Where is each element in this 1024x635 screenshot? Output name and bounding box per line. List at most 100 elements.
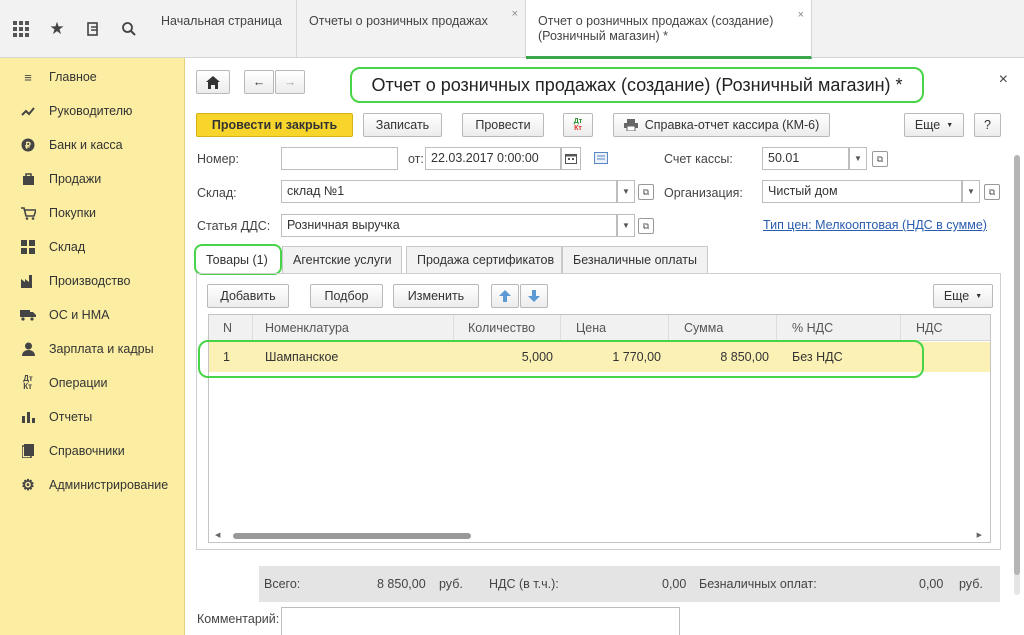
tab-certificates[interactable]: Продажа сертификатов: [406, 246, 562, 273]
sidebar-item-warehouse[interactable]: Склад: [0, 230, 184, 264]
cash-account-label: Счет кассы:: [664, 152, 733, 166]
sidebar-item-purchases[interactable]: Покупки: [0, 196, 184, 230]
open-icon[interactable]: ⧉: [638, 218, 654, 234]
sidebar-item-sales[interactable]: Продажи: [0, 162, 184, 196]
dds-field[interactable]: Розничная выручка: [281, 214, 617, 237]
edit-button[interactable]: Изменить: [393, 284, 479, 308]
table-more-button[interactable]: Еще ▼: [933, 284, 993, 308]
tab-agent-services[interactable]: Агентские услуги: [282, 246, 402, 273]
org-field[interactable]: Чистый дом: [762, 180, 962, 203]
post-and-close-button[interactable]: Провести и закрыть: [196, 113, 353, 137]
col-qty[interactable]: Количество: [454, 315, 561, 341]
open-icon[interactable]: ⧉: [872, 151, 888, 167]
calendar-button[interactable]: [561, 147, 581, 170]
tab-close-icon[interactable]: ×: [512, 8, 518, 20]
home-icon: [206, 75, 220, 89]
warehouse-field[interactable]: склад №1: [281, 180, 617, 203]
document-icon[interactable]: [594, 152, 608, 167]
col-vat-rate[interactable]: % НДС: [777, 315, 901, 341]
more-button[interactable]: Еще ▼: [904, 113, 964, 137]
dds-dropdown[interactable]: ▼: [617, 214, 635, 237]
sidebar-item-admin[interactable]: ⚙ Администрирование: [0, 468, 184, 502]
help-button[interactable]: ?: [974, 113, 1001, 137]
sidebar-item-label: Справочники: [49, 444, 125, 458]
add-button[interactable]: Добавить: [207, 284, 289, 308]
chevron-down-icon: ▼: [967, 187, 975, 196]
sidebar-item-label: Зарплата и кадры: [49, 342, 154, 356]
sidebar-item-references[interactable]: Справочники: [0, 434, 184, 468]
scroll-left-icon[interactable]: ◀: [215, 531, 220, 539]
sidebar-item-operations[interactable]: Дт Кт Операции: [0, 366, 184, 400]
tab-home-label: Начальная страница: [161, 14, 282, 28]
cash-account-field[interactable]: 50.01: [762, 147, 849, 170]
warehouse-label: Склад:: [197, 186, 237, 200]
tab-retail-reports-label: Отчеты о розничных продажах: [309, 14, 488, 28]
warehouse-dropdown[interactable]: ▼: [617, 180, 635, 203]
horizontal-scrollbar[interactable]: ◀ ▶: [213, 531, 984, 540]
open-icon[interactable]: ⧉: [638, 184, 654, 200]
sidebar-item-director[interactable]: Руководителю: [0, 94, 184, 128]
cart-icon: [20, 205, 36, 221]
number-field[interactable]: [281, 147, 398, 170]
search-icon[interactable]: [118, 18, 140, 40]
tab-noncash[interactable]: Безналичные оплаты: [562, 246, 708, 273]
close-icon[interactable]: ×: [999, 71, 1008, 89]
sidebar-item-reports[interactable]: Отчеты: [0, 400, 184, 434]
sidebar-item-label: Продажи: [49, 172, 102, 186]
tab-report-create[interactable]: Отчет о розничных продажах (создание) (Р…: [526, 0, 812, 59]
col-vat[interactable]: НДС: [901, 315, 990, 341]
chevron-down-icon: ▼: [975, 292, 983, 300]
sidebar-item-label: Склад: [49, 240, 86, 254]
star-icon[interactable]: ★: [46, 18, 68, 40]
sidebar-item-salary[interactable]: Зарплата и кадры: [0, 332, 184, 366]
noncash-currency: руб.: [959, 577, 983, 591]
date-field[interactable]: 22.03.2017 0:00:00: [425, 147, 561, 170]
org-dropdown[interactable]: ▼: [962, 180, 980, 203]
tab-goods[interactable]: Товары (1): [194, 244, 282, 275]
tab-retail-reports[interactable]: Отчеты о розничных продажах ×: [297, 0, 526, 58]
sidebar-item-label: Покупки: [49, 206, 97, 220]
post-button[interactable]: Провести: [462, 113, 544, 137]
col-sum[interactable]: Сумма: [669, 315, 777, 341]
forward-button[interactable]: →: [275, 70, 305, 94]
bag-icon: [20, 171, 36, 187]
sidebar-item-label: Банк и касса: [49, 138, 123, 152]
col-n[interactable]: N: [209, 315, 253, 341]
number-label: Номер:: [197, 152, 239, 166]
col-name[interactable]: Номенклатура: [253, 315, 454, 341]
sidebar-item-bank[interactable]: ₽ Банк и касса: [0, 128, 184, 162]
chevron-down-icon: ▼: [622, 187, 630, 196]
sidebar-item-production[interactable]: Производство: [0, 264, 184, 298]
move-up-button[interactable]: [491, 284, 519, 308]
warehouse-icon: [20, 239, 36, 255]
noncash-label: Безналичных оплат:: [699, 577, 817, 591]
sidebar-item-main[interactable]: ≡ Главное: [0, 60, 184, 94]
date-label: от:: [408, 152, 424, 166]
home-button[interactable]: [196, 70, 230, 94]
col-price[interactable]: Цена: [561, 315, 669, 341]
vertical-scrollbar[interactable]: [1014, 155, 1020, 595]
page-title: Отчет о розничных продажах (создание) (Р…: [350, 67, 924, 103]
scroll-thumb[interactable]: [233, 533, 471, 539]
tab-close-icon[interactable]: ×: [798, 8, 804, 23]
apps-grid-icon[interactable]: [10, 18, 32, 40]
svg-text:₽: ₽: [25, 141, 31, 151]
pick-button[interactable]: Подбор: [310, 284, 383, 308]
back-button[interactable]: ←: [244, 70, 274, 94]
open-icon[interactable]: ⧉: [984, 184, 1000, 200]
dt-kt-button[interactable]: Дт Кт: [563, 113, 593, 137]
scroll-right-icon[interactable]: ▶: [977, 531, 982, 539]
price-type-link[interactable]: Тип цен: Мелкооптовая (НДС в сумме): [763, 218, 987, 232]
scroll-thumb[interactable]: [1014, 155, 1020, 575]
move-down-button[interactable]: [520, 284, 548, 308]
save-button[interactable]: Записать: [363, 113, 442, 137]
table-row[interactable]: 1 Шампанское 5,000 1 770,00 8 850,00 Без…: [209, 342, 990, 372]
history-icon[interactable]: [82, 18, 104, 40]
comment-field[interactable]: [281, 607, 680, 635]
sidebar-item-assets[interactable]: ОС и НМА: [0, 298, 184, 332]
cash-report-button[interactable]: Справка-отчет кассира (КМ-6): [613, 113, 830, 137]
table-more-label: Еще: [943, 289, 970, 303]
tab-home[interactable]: Начальная страница: [149, 0, 297, 58]
cell-qty: 5,000: [521, 350, 553, 364]
cash-account-dropdown[interactable]: ▼: [849, 147, 867, 170]
